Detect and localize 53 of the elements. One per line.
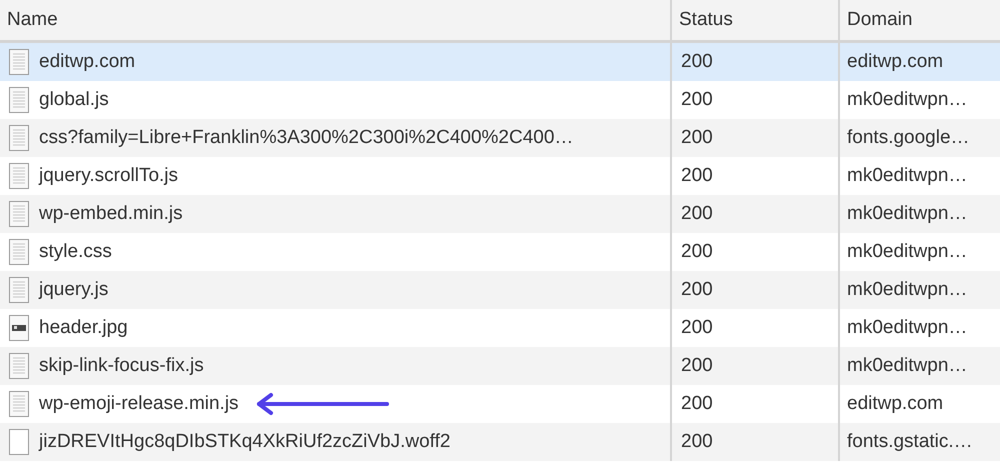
domain-name: mk0editwpn…: [847, 316, 968, 340]
status-code: 200: [681, 278, 713, 302]
status-code: 200: [681, 202, 713, 226]
status-code: 200: [681, 354, 713, 378]
document-icon: [9, 125, 29, 151]
status-code: 200: [681, 392, 713, 416]
status-code: 200: [681, 164, 713, 188]
table-row[interactable]: wp-embed.min.js 200 mk0editwpn…: [0, 195, 1000, 233]
document-icon: [9, 201, 29, 227]
domain-name: editwp.com: [847, 392, 944, 416]
status-code: 200: [681, 88, 713, 112]
image-file-icon: [9, 315, 29, 341]
file-name: header.jpg: [39, 316, 128, 340]
file-name: global.js: [39, 88, 109, 112]
table-row[interactable]: jquery.js 200 mk0editwpn…: [0, 271, 1000, 309]
document-icon: [9, 391, 29, 417]
file-name: jquery.scrollTo.js: [39, 164, 178, 188]
file-name: jizDREVItHgc8qDIbSTKq4XkRiUf2zcZiVbJ.woff2: [39, 430, 450, 454]
document-icon: [9, 239, 29, 265]
table-row[interactable]: editwp.com 200 editwp.com: [0, 43, 1000, 81]
document-icon: [9, 87, 29, 113]
domain-name: mk0editwpn…: [847, 202, 968, 226]
file-name: editwp.com: [39, 50, 136, 74]
column-header[interactable]: Domain: [838, 0, 1000, 40]
table-row[interactable]: skip-link-focus-fix.js 200 mk0editwpn…: [0, 347, 1000, 385]
table-row[interactable]: css?family=Libre+Franklin%3A300%2C300i%2C400%2C400… 200 fonts.google…: [0, 119, 1000, 157]
document-icon: [9, 277, 29, 303]
file-name: wp-emoji-release.min.js: [39, 392, 239, 416]
column-header[interactable]: Status: [670, 0, 838, 40]
domain-name: fonts.gstatic.…: [847, 430, 973, 454]
document-icon: [9, 353, 29, 379]
document-icon: [9, 163, 29, 189]
status-code: 200: [681, 126, 713, 150]
domain-name: mk0editwpn…: [847, 354, 968, 378]
domain-name: mk0editwpn…: [847, 240, 968, 264]
document-icon: [9, 49, 29, 75]
domain-name: fonts.google…: [847, 126, 970, 150]
blank-file-icon: [9, 429, 29, 455]
status-code: 200: [681, 316, 713, 340]
column-header[interactable]: Name: [0, 0, 670, 40]
status-code: 200: [681, 240, 713, 264]
file-name: style.css: [39, 240, 112, 264]
file-name: skip-link-focus-fix.js: [39, 354, 204, 378]
domain-name: editwp.com: [847, 50, 944, 74]
status-code: 200: [681, 50, 713, 74]
file-name: wp-embed.min.js: [39, 202, 183, 226]
table-row[interactable]: jizDREVItHgc8qDIbSTKq4XkRiUf2zcZiVbJ.woff2 200 fonts.gstatic.…: [0, 423, 1000, 461]
domain-name: mk0editwpn…: [847, 88, 968, 112]
domain-name: mk0editwpn…: [847, 164, 968, 188]
domain-name: mk0editwpn…: [847, 278, 968, 302]
file-name: css?family=Libre+Franklin%3A300%2C300i%2C400%2C400…: [39, 126, 574, 150]
status-code: 200: [681, 430, 713, 454]
file-name: jquery.js: [39, 278, 108, 302]
